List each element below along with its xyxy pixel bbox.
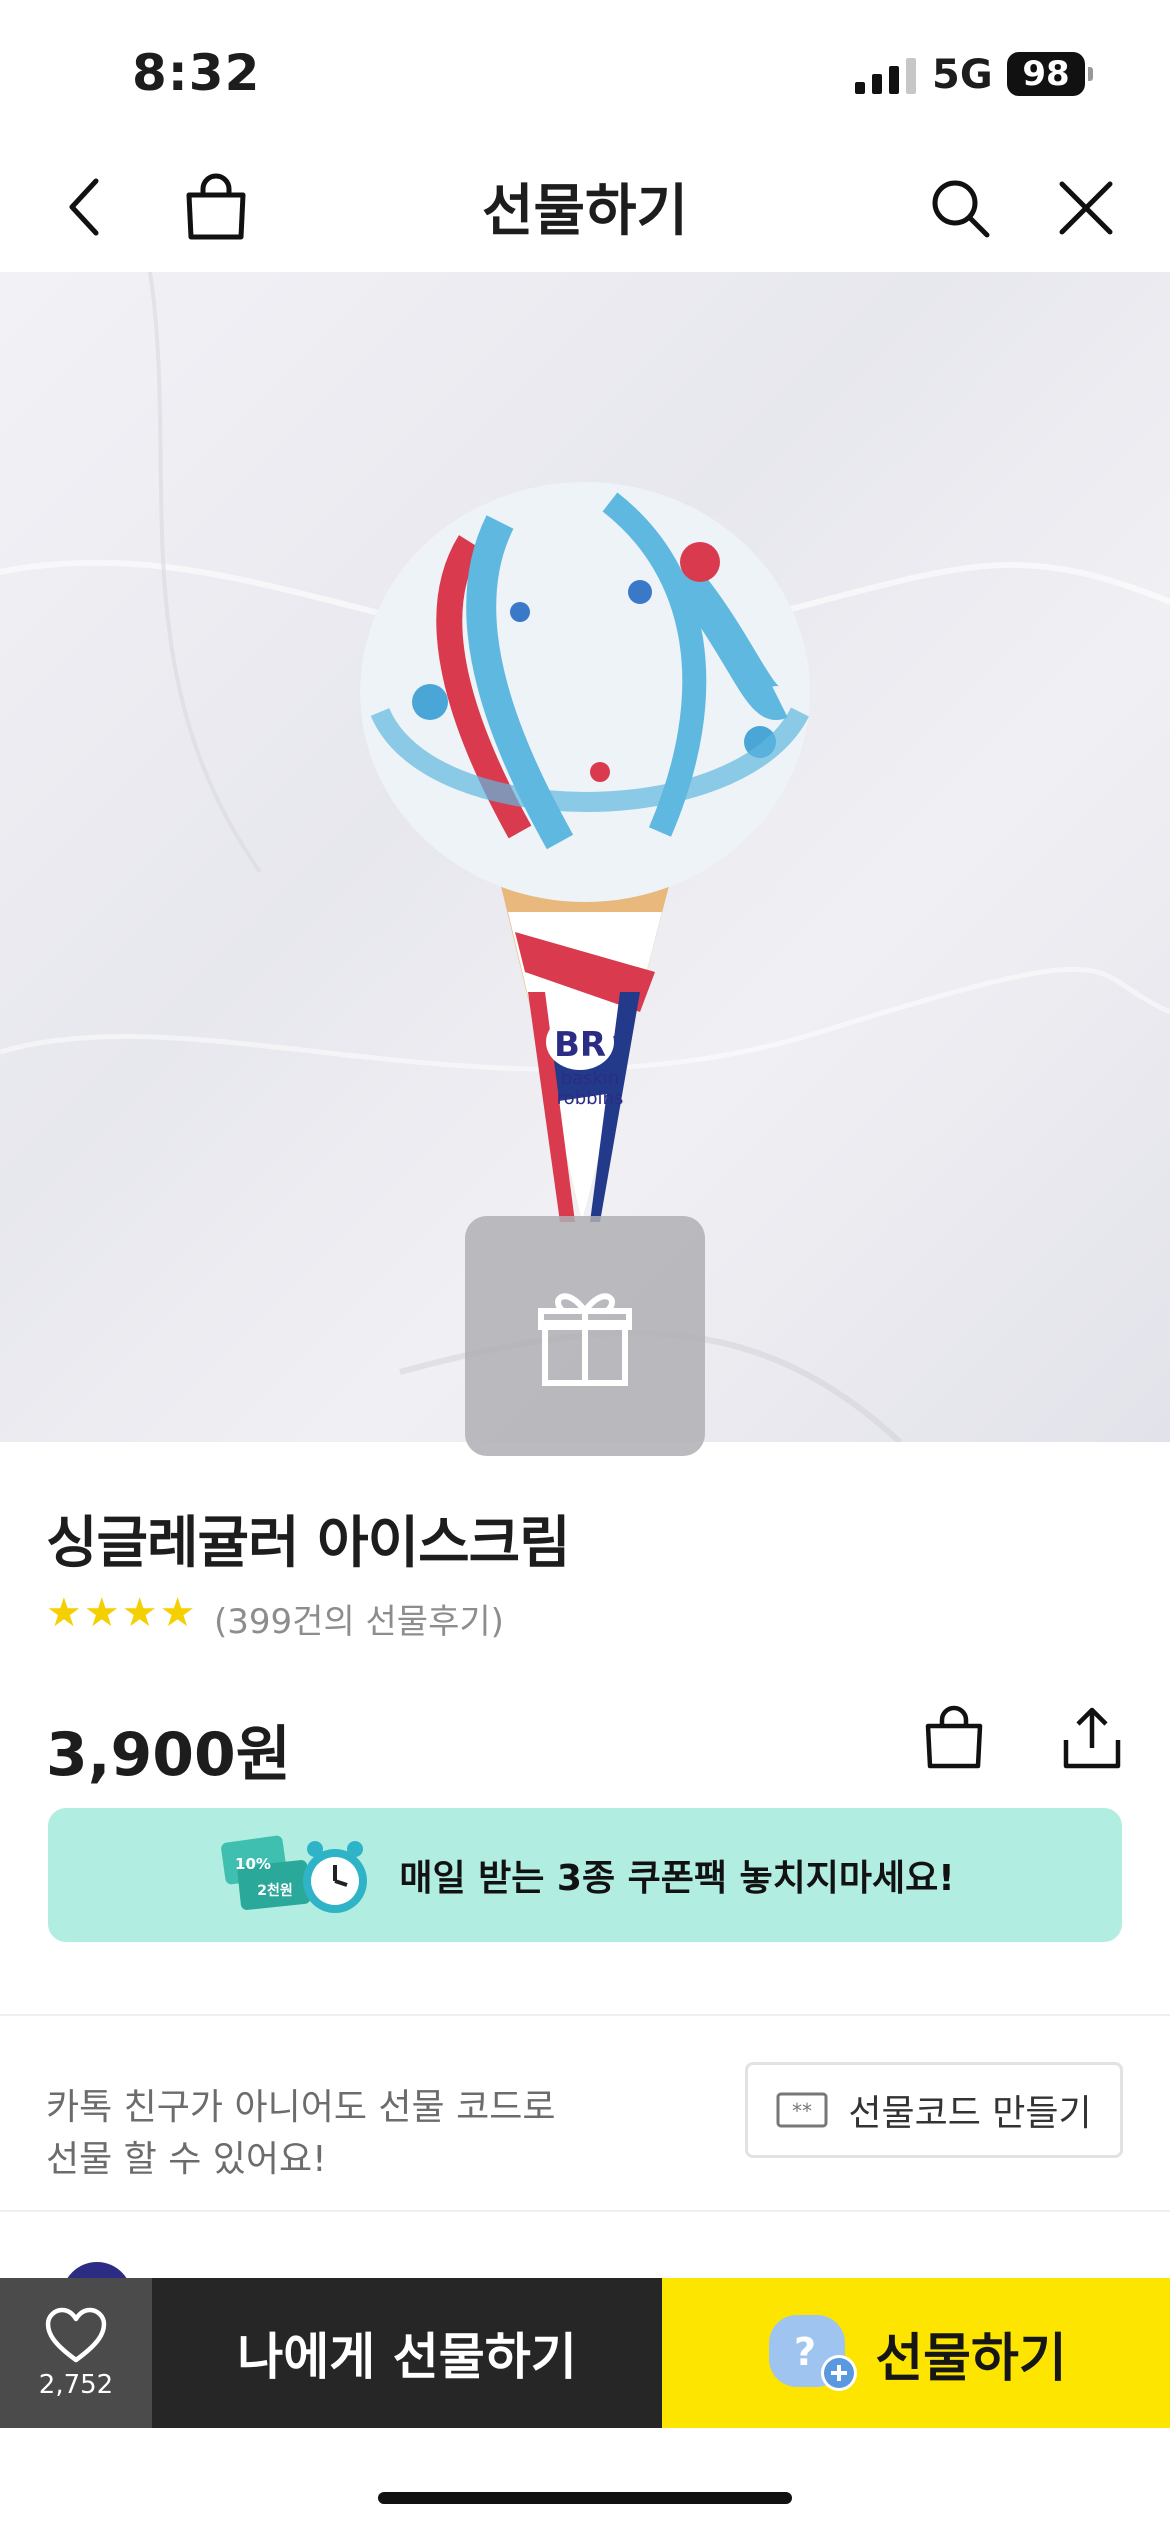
gift-box-icon — [538, 1293, 632, 1386]
section-divider — [0, 2210, 1170, 2212]
search-button[interactable] — [920, 168, 1000, 248]
banner-text: 매일 받는 3종 쿠폰팩 놓치지마세요! — [399, 1858, 955, 1899]
battery-icon: 98 — [1007, 52, 1085, 96]
gift-code-description: 카톡 친구가 아니어도 선물 코드로 선물 할 수 있어요! — [46, 2082, 555, 2186]
code-card-icon: ** — [776, 2092, 828, 2128]
gift-to-self-button[interactable]: 나에게 선물하기 — [152, 2278, 662, 2428]
gift-wrap-button[interactable] — [465, 1216, 705, 1456]
rating-stars: ★★★★ — [46, 1590, 198, 1636]
product-price: 3,900원 — [46, 1720, 291, 1790]
coupon-clock-icon: 10% 2천원 — [221, 1835, 368, 1913]
signal-icon — [855, 58, 916, 94]
section-divider — [0, 2014, 1170, 2016]
heart-icon — [45, 2307, 107, 2363]
friend-add-icon: ? — [769, 2315, 858, 2391]
svg-text:baskin: baskin — [561, 1068, 620, 1089]
product-title: 싱글레귤러 아이스크림 — [46, 1511, 571, 1576]
create-gift-code-button[interactable]: ** 선물코드 만들기 — [745, 2062, 1123, 2158]
wish-count: 2,752 — [38, 2370, 114, 2400]
svg-text:?: ? — [794, 2330, 816, 2374]
coupon-amount: 2천원 — [258, 1883, 294, 1899]
wishlist-button[interactable]: 2,752 — [0, 2278, 152, 2428]
bag-icon — [925, 1705, 983, 1769]
network-label: 5G — [932, 52, 993, 98]
coupon-percent: 10% — [235, 1855, 271, 1873]
battery-tip — [1088, 67, 1093, 81]
svg-text:**: ** — [792, 2099, 812, 2123]
review-link[interactable]: (399건의 선물후기) — [214, 1594, 504, 1643]
add-to-cart-button[interactable] — [912, 1696, 996, 1780]
close-icon — [1059, 181, 1113, 235]
home-indicator[interactable] — [378, 2492, 792, 2504]
close-button[interactable] — [1046, 168, 1126, 248]
gift-code-description-line2: 선물 할 수 있어요! — [46, 2139, 327, 2180]
gift-button[interactable]: ? 선물하기 — [662, 2278, 1170, 2428]
coupon-banner[interactable]: 10% 2천원 매일 받는 3종 쿠폰팩 놓치지마세요! — [48, 1808, 1122, 1942]
svg-text:BR: BR — [554, 1025, 606, 1065]
gift-button-label: 선물하기 — [875, 2328, 1067, 2389]
share-icon — [1063, 1707, 1121, 1769]
status-time: 8:32 — [132, 44, 261, 102]
share-button[interactable] — [1050, 1696, 1134, 1780]
create-gift-code-label: 선물코드 만들기 — [848, 2093, 1092, 2134]
gift-code-description-line1: 카톡 친구가 아니어도 선물 코드로 — [46, 2087, 556, 2128]
svg-text:robbins: robbins — [557, 1088, 624, 1109]
search-icon — [932, 180, 990, 238]
